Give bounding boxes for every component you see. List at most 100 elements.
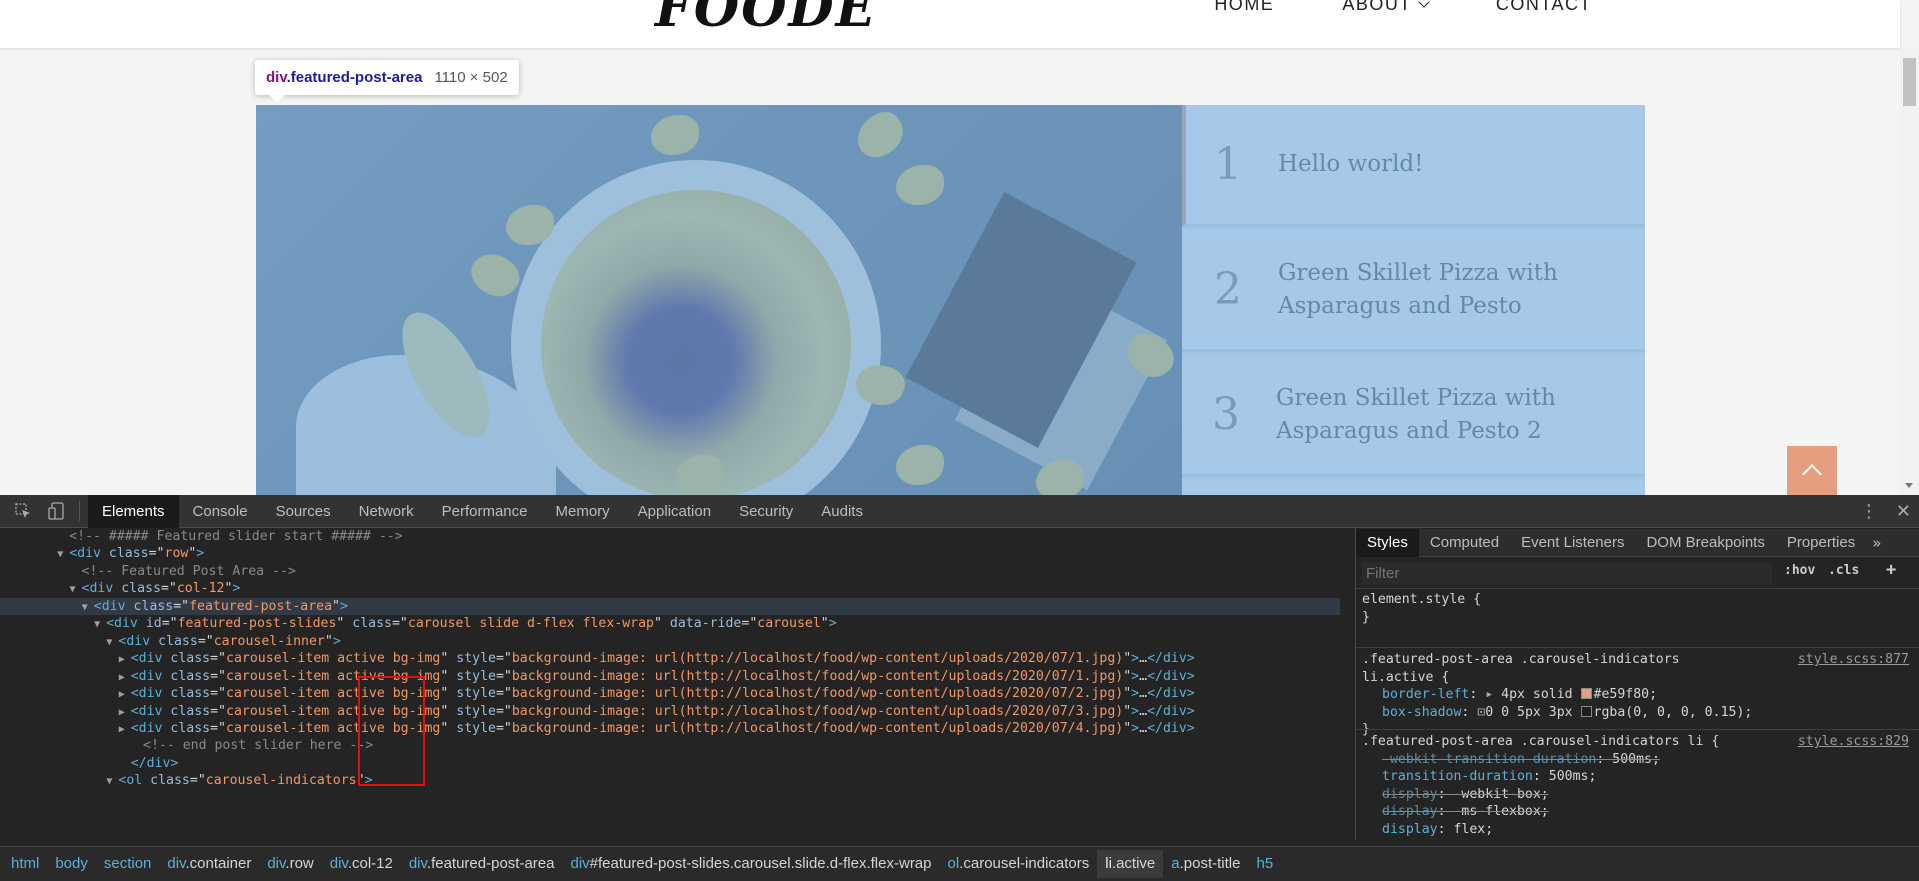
css-property-name[interactable]: display: [1382, 787, 1438, 802]
css-selector[interactable]: element.style {: [1362, 591, 1919, 609]
expand-triangle-icon[interactable]: ▶: [119, 686, 131, 704]
back-to-top-button[interactable]: [1787, 446, 1837, 495]
breadcrumb-item[interactable]: ol.carousel-indicators: [940, 850, 1098, 878]
css-property-name[interactable]: display: [1382, 822, 1438, 837]
breadcrumb-item[interactable]: div.container: [159, 850, 259, 878]
css-source-link[interactable]: style.scss:829: [1798, 733, 1909, 751]
breadcrumb-item[interactable]: li.active: [1097, 850, 1164, 878]
css-property[interactable]: box-shadow: ⊡0 0 5px 3px rgba(0, 0, 0, 0…: [1362, 704, 1919, 722]
new-rule-button[interactable]: +: [1886, 560, 1896, 580]
dom-node-line[interactable]: ▶ <div class="carousel-item active bg-img…: [0, 668, 1340, 686]
css-property-value[interactable]: rgba(0, 0, 0, 0.15);: [1594, 705, 1753, 720]
styles-tab-event-listeners[interactable]: Event Listeners: [1510, 529, 1635, 557]
css-source-link[interactable]: style.scss:877: [1798, 651, 1909, 669]
dom-node-line[interactable]: ▶ <div class="carousel-item active bg-img…: [0, 720, 1340, 738]
breadcrumb-item[interactable]: div.row: [259, 850, 321, 878]
expand-triangle-icon[interactable]: ▶: [119, 704, 131, 722]
hero-food-image[interactable]: [256, 105, 1182, 495]
css-property[interactable]: -webkit-transition-duration: 500ms;: [1362, 751, 1919, 769]
dom-node-line[interactable]: ▼ <div class="carousel-inner">: [0, 633, 1340, 651]
css-property[interactable]: -webkit-box-align: center;: [1362, 838, 1919, 840]
css-property-name[interactable]: -webkit-box-align: [1382, 839, 1517, 840]
css-property[interactable]: display: -webkit-box;: [1362, 786, 1919, 804]
tab-application[interactable]: Application: [624, 495, 725, 528]
dom-node-line[interactable]: ▶ <div class="carousel-item active bg-img…: [0, 650, 1340, 668]
breadcrumb-item[interactable]: section: [96, 850, 160, 878]
css-property-value[interactable]: 4px solid: [1501, 687, 1580, 702]
dom-node-line[interactable]: ▶ <div class="carousel-item active bg-img…: [0, 703, 1340, 721]
css-selector[interactable]: li.active {: [1362, 669, 1919, 687]
css-property-value[interactable]: 0 0 5px 3px: [1485, 705, 1580, 720]
css-property-value[interactable]: 500ms;: [1612, 752, 1660, 767]
dom-node-line[interactable]: </div>: [0, 755, 1340, 773]
page-scrollbar[interactable]: [1900, 48, 1919, 495]
nav-home[interactable]: HOME: [1214, 0, 1274, 15]
collapse-triangle-icon[interactable]: ▼: [57, 546, 69, 564]
tab-sources[interactable]: Sources: [262, 495, 345, 528]
indicator-item-1[interactable]: 1 Hello world!: [1182, 105, 1645, 227]
collapse-triangle-icon[interactable]: ▼: [106, 634, 118, 652]
tab-security[interactable]: Security: [725, 495, 807, 528]
dom-node-line[interactable]: ▼ <div id="featured-post-slides" class="c…: [0, 615, 1340, 633]
styles-tab-computed[interactable]: Computed: [1419, 529, 1510, 557]
css-property-value[interactable]: #e59f80;: [1594, 687, 1658, 702]
site-logo[interactable]: FOODE: [655, 0, 877, 39]
tab-memory[interactable]: Memory: [542, 495, 624, 528]
css-property-value[interactable]: 500ms;: [1549, 769, 1597, 784]
indicator-item-3[interactable]: 3 Green Skillet Pizza with Asparagus and…: [1182, 355, 1645, 477]
device-toolbar-icon[interactable]: [46, 501, 66, 521]
dom-node-line[interactable]: ▼ <div class="featured-post-area">: [0, 597, 1340, 617]
tab-audits[interactable]: Audits: [807, 495, 877, 528]
tab-performance[interactable]: Performance: [428, 495, 542, 528]
nav-contact[interactable]: CONTACT: [1496, 0, 1592, 15]
expand-triangle-icon[interactable]: ▸: [1485, 687, 1501, 702]
inspect-element-icon[interactable]: [13, 501, 33, 521]
css-property-value[interactable]: flex;: [1453, 822, 1493, 837]
dom-node-line[interactable]: ▼ <div class="col-12">: [0, 580, 1340, 598]
dom-node-line[interactable]: <!-- end post slider here -->: [0, 737, 1340, 755]
more-tabs-icon[interactable]: »: [1872, 534, 1881, 552]
styles-filter-input[interactable]: [1362, 562, 1772, 585]
kebab-menu-icon[interactable]: ⋮: [1860, 501, 1878, 522]
color-swatch[interactable]: [1580, 688, 1592, 699]
tab-console[interactable]: Console: [179, 495, 262, 528]
css-property[interactable]: display: -ms-flexbox;: [1362, 803, 1919, 821]
styles-tab-styles[interactable]: Styles: [1356, 529, 1419, 557]
css-property-name[interactable]: -webkit-transition-duration: [1382, 752, 1596, 767]
expand-triangle-icon[interactable]: ▶: [119, 669, 131, 687]
collapse-triangle-icon[interactable]: ▼: [106, 773, 118, 791]
dom-node-line[interactable]: ▼ <div class="row">: [0, 545, 1340, 563]
expand-triangle-icon[interactable]: ▶: [119, 721, 131, 739]
styles-tab-dom-breakpoints[interactable]: DOM Breakpoints: [1635, 529, 1775, 557]
styles-tab-properties[interactable]: Properties: [1776, 529, 1866, 557]
nav-about[interactable]: ABOUT: [1342, 0, 1430, 15]
dom-node-line[interactable]: ▶ <div class="carousel-item active bg-img…: [0, 685, 1340, 703]
collapse-triangle-icon[interactable]: ▼: [82, 599, 94, 617]
css-property-value[interactable]: -ms-flexbox;: [1453, 804, 1548, 819]
breadcrumb-item[interactable]: div.featured-post-area: [401, 850, 563, 878]
scrollbar-thumb[interactable]: [1903, 58, 1916, 106]
dom-node-line[interactable]: ▼ <ol class="carousel-indicators">: [0, 772, 1340, 790]
scroll-down-arrow-icon[interactable]: [1905, 483, 1913, 488]
css-property-name[interactable]: border-left: [1382, 687, 1469, 702]
hover-state-toggle[interactable]: :hov: [1784, 563, 1815, 578]
css-property[interactable]: transition-duration: 500ms;: [1362, 768, 1919, 786]
tab-network[interactable]: Network: [345, 495, 428, 528]
css-property-name[interactable]: display: [1382, 804, 1438, 819]
css-property-name[interactable]: transition-duration: [1382, 769, 1533, 784]
post-title[interactable]: Green Skillet Pizza with Asparagus and P…: [1278, 257, 1558, 323]
post-title[interactable]: Green Skillet Pizza with Asparagus and P…: [1276, 382, 1556, 448]
collapse-triangle-icon[interactable]: ▼: [70, 581, 82, 599]
post-title[interactable]: Hello world!: [1278, 148, 1423, 181]
css-property[interactable]: display: flex;: [1362, 821, 1919, 839]
breadcrumb-item[interactable]: div.col-12: [322, 850, 401, 878]
indicator-item-4[interactable]: [1182, 480, 1645, 495]
css-property-value[interactable]: center;: [1533, 839, 1589, 840]
dom-node-line[interactable]: <!-- ##### Featured slider start ##### -…: [0, 529, 1340, 546]
breadcrumb-item[interactable]: a.post-title: [1163, 850, 1248, 878]
css-property-name[interactable]: box-shadow: [1382, 705, 1461, 720]
close-icon[interactable]: ✕: [1896, 501, 1911, 522]
dom-node-line[interactable]: <!-- Featured Post Area -->: [0, 563, 1340, 581]
tab-elements[interactable]: Elements: [88, 494, 179, 528]
breadcrumb-item[interactable]: body: [47, 850, 96, 878]
